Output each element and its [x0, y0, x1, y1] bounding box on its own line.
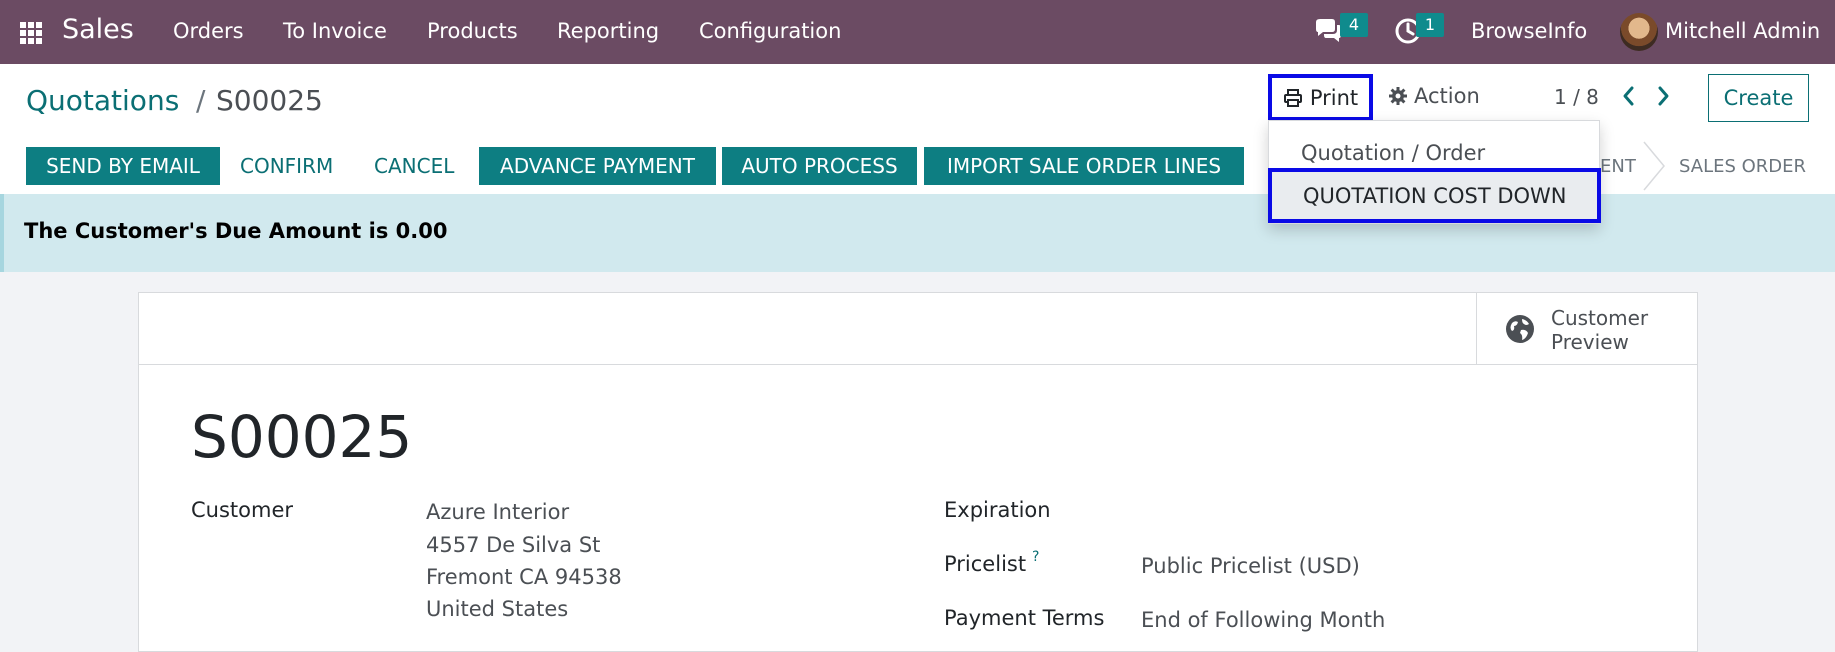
top-navbar: Sales Orders To Invoice Products Reporti…	[0, 0, 1835, 64]
menu-products[interactable]: Products	[427, 19, 518, 43]
create-button[interactable]: Create	[1708, 74, 1809, 122]
avatar[interactable]	[1620, 13, 1658, 51]
print-dropdown-menu: Quotation / Order QUOTATION COST DOWN	[1268, 120, 1601, 224]
stage-partial[interactable]: ENT	[1600, 156, 1636, 177]
form-sheet: Customer Preview S00025 Customer Azure I…	[138, 292, 1698, 652]
record-name: S00025	[191, 403, 413, 471]
printer-icon	[1283, 88, 1302, 107]
expiration-label: Expiration	[944, 498, 1051, 522]
alert-text: The Customer's Due Amount is 0.00	[24, 219, 448, 243]
app-name[interactable]: Sales	[62, 14, 134, 45]
action-button-label: Action	[1414, 84, 1480, 108]
pricelist-value[interactable]: Public Pricelist (USD)	[1141, 554, 1360, 578]
gear-icon	[1389, 87, 1407, 105]
chat-icon[interactable]	[1313, 16, 1343, 46]
chevron-left-icon[interactable]	[1619, 84, 1639, 108]
stage-sales-order[interactable]: SALES ORDER	[1679, 156, 1806, 177]
import-sale-order-lines-button[interactable]: IMPORT SALE ORDER LINES	[924, 147, 1244, 185]
breadcrumb-separator: /	[196, 84, 206, 117]
auto-process-button[interactable]: AUTO PROCESS	[722, 147, 917, 185]
chevron-right-icon[interactable]	[1653, 84, 1673, 108]
advance-payment-button[interactable]: ADVANCE PAYMENT	[479, 147, 716, 185]
send-by-email-button[interactable]: SEND BY EMAIL	[26, 147, 220, 185]
pricelist-label: Pricelist	[944, 552, 1027, 576]
customer-city: Fremont CA 94538	[426, 565, 622, 589]
payment-terms-label: Payment Terms	[944, 606, 1105, 630]
payment-terms-value[interactable]: End of Following Month	[1141, 608, 1385, 632]
confirm-button[interactable]: CONFIRM	[240, 147, 333, 185]
action-button[interactable]: Action	[1388, 84, 1480, 108]
apps-grid-icon[interactable]	[20, 22, 42, 44]
globe-icon	[1506, 315, 1534, 343]
breadcrumb-current: S00025	[216, 84, 323, 117]
customer-preview-button[interactable]: Customer Preview	[1476, 293, 1697, 365]
print-button-label: Print	[1309, 85, 1359, 110]
menu-reporting[interactable]: Reporting	[557, 19, 659, 43]
company-switcher[interactable]: BrowseInfo	[1471, 19, 1587, 43]
customer-street: 4557 De Silva St	[426, 533, 601, 557]
print-menu-item-quotation-cost-down[interactable]: QUOTATION COST DOWN	[1268, 168, 1601, 223]
menu-configuration[interactable]: Configuration	[699, 19, 841, 43]
activities-count-badge: 1	[1416, 13, 1444, 37]
customer-preview-label: Customer Preview	[1551, 306, 1649, 354]
cancel-button[interactable]: CANCEL	[374, 147, 454, 185]
customer-name[interactable]: Azure Interior	[426, 500, 569, 524]
customer-label: Customer	[191, 498, 294, 522]
print-menu-item-quotation-order[interactable]: Quotation / Order	[1301, 141, 1485, 165]
messages-count-badge: 4	[1340, 13, 1368, 37]
pager-value[interactable]: 1 / 8	[1554, 85, 1599, 109]
user-menu[interactable]: Mitchell Admin	[1665, 19, 1820, 43]
breadcrumb-quotations[interactable]: Quotations	[26, 84, 179, 117]
print-button[interactable]: Print	[1268, 74, 1373, 121]
button-box: Customer Preview	[139, 293, 1697, 365]
menu-orders[interactable]: Orders	[173, 19, 244, 43]
pricelist-help-tooltip[interactable]: ?	[1032, 549, 1039, 565]
menu-to-invoice[interactable]: To Invoice	[283, 19, 387, 43]
customer-country: United States	[426, 597, 569, 621]
stage-chevron-icon	[1643, 141, 1665, 191]
